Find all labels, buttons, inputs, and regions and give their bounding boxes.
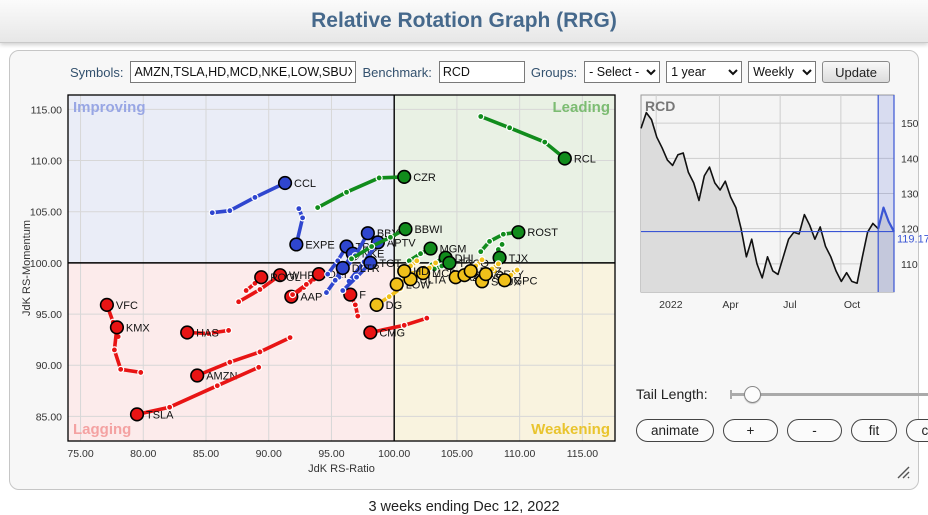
svg-text:VFC: VFC <box>116 300 138 312</box>
svg-text:RCD: RCD <box>645 98 675 114</box>
frequency-select[interactable]: Weekly <box>748 61 816 83</box>
svg-text:Apr: Apr <box>722 299 739 311</box>
svg-text:CCL: CCL <box>294 178 316 190</box>
svg-text:Oct: Oct <box>844 299 860 311</box>
svg-text:85.00: 85.00 <box>193 448 219 460</box>
benchmark-mini-chart[interactable]: 2022AprJulOct110120130140150119.17RCD <box>636 89 928 320</box>
svg-text:140: 140 <box>901 153 919 165</box>
svg-text:130: 130 <box>901 189 919 201</box>
symbols-input[interactable] <box>130 61 356 83</box>
tail-length-slider[interactable] <box>730 386 928 402</box>
svg-text:95.00: 95.00 <box>318 448 344 460</box>
svg-text:105.00: 105.00 <box>441 448 473 460</box>
svg-text:CMG: CMG <box>379 327 405 339</box>
groups-label: Groups: <box>531 65 577 80</box>
svg-text:90.00: 90.00 <box>256 448 282 460</box>
svg-text:POOL: POOL <box>270 272 301 284</box>
svg-text:CZR: CZR <box>413 172 436 184</box>
svg-text:90.00: 90.00 <box>36 360 62 372</box>
toolbar: Symbols: Benchmark: Groups: - Select - 1… <box>70 61 910 83</box>
svg-text:110: 110 <box>901 259 918 271</box>
page-title: Relative Rotation Graph (RRG) <box>0 0 928 42</box>
svg-text:HD: HD <box>413 266 429 278</box>
groups-select[interactable]: - Select - <box>584 61 660 83</box>
svg-text:100.00: 100.00 <box>378 448 410 460</box>
benchmark-label: Benchmark: <box>362 65 431 80</box>
content-area: 75.00 80.00 85.00 90.00 95.00 100.00 105.00 110… <box>18 87 910 488</box>
slider-knob[interactable] <box>744 386 761 403</box>
svg-text:KMX: KMX <box>126 322 150 334</box>
svg-text:BBWI: BBWI <box>414 224 442 236</box>
footer-caption: 3 weeks ending Dec 12, 2022 <box>0 499 928 515</box>
rrg-chart[interactable]: 75.00 80.00 85.00 90.00 95.00 100.00 105.00 110… <box>18 87 630 488</box>
tail-length-label: Tail Length: <box>636 386 720 402</box>
benchmark-input[interactable] <box>439 61 525 83</box>
period-select[interactable]: 1 year <box>666 61 742 83</box>
svg-text:Jul: Jul <box>783 299 796 311</box>
svg-text:Leading: Leading <box>552 99 610 116</box>
ctr-button[interactable]: ctr <box>906 419 928 442</box>
svg-text:105.00: 105.00 <box>30 207 62 219</box>
resize-handle-icon[interactable] <box>897 466 910 484</box>
svg-text:EXPE: EXPE <box>305 239 334 251</box>
svg-text:DG: DG <box>386 300 403 312</box>
svg-text:JdK RS-Momentum: JdK RS-Momentum <box>21 220 33 316</box>
rrg-panel: Symbols: Benchmark: Groups: - Select - 1… <box>9 50 919 490</box>
svg-text:75.00: 75.00 <box>67 448 93 460</box>
svg-text:110.00: 110.00 <box>31 156 62 168</box>
svg-text:119.17: 119.17 <box>897 234 928 246</box>
svg-text:DLTR: DLTR <box>352 263 380 275</box>
chart-buttons: animate + - fit ctr max <box>636 419 928 442</box>
svg-text:2022: 2022 <box>659 299 683 311</box>
tail-length-control: Tail Length: 3 weeks <box>636 386 928 402</box>
svg-text:Improving: Improving <box>73 99 146 116</box>
svg-text:GPC: GPC <box>514 275 538 287</box>
svg-text:115.00: 115.00 <box>567 448 598 460</box>
svg-text:110.00: 110.00 <box>504 448 535 460</box>
svg-text:TJX: TJX <box>509 253 529 265</box>
symbols-label: Symbols: <box>70 65 123 80</box>
svg-text:AAP: AAP <box>300 292 322 304</box>
svg-text:ROST: ROST <box>527 227 558 239</box>
update-button[interactable]: Update <box>822 61 890 83</box>
svg-text:115.00: 115.00 <box>31 104 62 116</box>
svg-text:HAS: HAS <box>196 327 219 339</box>
animate-button[interactable]: animate <box>636 419 714 442</box>
zoom-in-button[interactable]: + <box>723 419 778 442</box>
svg-text:85.00: 85.00 <box>36 411 62 423</box>
svg-text:Lagging: Lagging <box>73 421 131 438</box>
svg-text:Weakening: Weakening <box>531 421 610 438</box>
svg-text:F: F <box>359 290 366 302</box>
svg-text:RCL: RCL <box>574 153 596 165</box>
svg-text:150: 150 <box>901 118 919 130</box>
right-column: 2022AprJulOct110120130140150119.17RCD Ta… <box>630 87 928 488</box>
svg-text:95.00: 95.00 <box>36 309 62 321</box>
svg-text:TSLA: TSLA <box>146 409 174 421</box>
svg-text:JdK RS-Ratio: JdK RS-Ratio <box>308 463 375 475</box>
header-bar: Relative Rotation Graph (RRG) <box>0 0 928 43</box>
svg-text:100.00: 100.00 <box>30 258 62 270</box>
fit-button[interactable]: fit <box>851 419 897 442</box>
svg-text:80.00: 80.00 <box>130 448 156 460</box>
zoom-out-button[interactable]: - <box>787 419 842 442</box>
